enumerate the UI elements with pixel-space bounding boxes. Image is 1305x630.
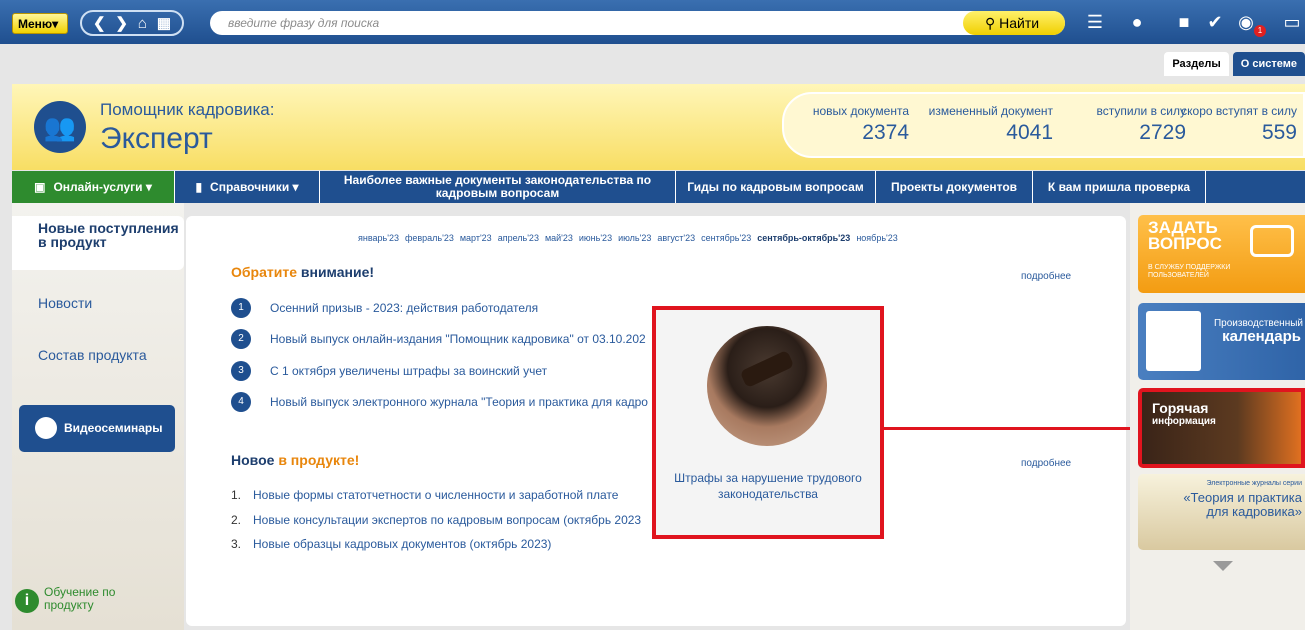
notification-badge: 1: [1254, 25, 1266, 37]
chevron-down-icon: ▾: [52, 17, 59, 31]
list-item[interactable]: 3. Новые образцы кадровых документов (окт…: [231, 537, 551, 551]
webinars-button[interactable]: Видеосеминары: [19, 405, 175, 452]
journals-title: «Теория и практика для кадровика»: [1183, 490, 1302, 519]
highlight-connector: [884, 427, 1136, 430]
list-item[interactable]: 4 Новый выпуск электронного журнала "Тео…: [231, 392, 648, 412]
month-link[interactable]: август'23: [657, 233, 695, 243]
learning-link[interactable]: Обучение по продукту: [44, 586, 144, 612]
folder-icon[interactable]: ■: [1172, 10, 1196, 34]
month-link[interactable]: март'23: [460, 233, 492, 243]
gavel-icon: [739, 349, 795, 389]
find-button[interactable]: ⚲ Найти: [963, 11, 1065, 35]
month-link[interactable]: февраль'23: [405, 233, 454, 243]
grid-icon[interactable]: ▦: [157, 14, 171, 32]
nav-doc-projects[interactable]: Проекты документов: [876, 171, 1033, 203]
more-link[interactable]: подробнее: [1021, 458, 1071, 469]
product-subtitle: Помощник кадровика:: [100, 100, 275, 119]
menu-label: Меню: [18, 17, 53, 31]
popup-caption[interactable]: Штрафы за нарушение трудового законодате…: [656, 470, 880, 502]
main-navbar: ▣ Онлайн-услуги ▾ ▮ Справочники ▾ Наиболее…: [12, 171, 1305, 203]
ask-question-banner[interactable]: ЗАДАТЬ ВОПРОС В СЛУЖБУ ПОДДЕРЖКИ ПОЛЬЗОВ…: [1138, 215, 1305, 293]
list-item[interactable]: 2 Новый выпуск онлайн-издания "Помощник …: [231, 329, 646, 349]
list-item[interactable]: 1. Новые формы статотчетности о численнос…: [231, 488, 618, 502]
back-icon[interactable]: ❮: [93, 14, 106, 32]
stats-panel: новых документа 2374 измененный документ…: [782, 92, 1305, 158]
hot-subtitle: информация: [1152, 416, 1216, 427]
search-icon: ⚲: [985, 15, 996, 31]
nav-hr-guides[interactable]: Гиды по кадровым вопросам: [676, 171, 876, 203]
stat-changed[interactable]: измененный документ 4041: [929, 104, 1053, 145]
list-item[interactable]: 2. Новые консультации экспертов по кадров…: [231, 513, 641, 527]
nav-online-services[interactable]: ▣ Онлайн-услуги ▾: [12, 171, 175, 203]
product-title: Эксперт: [100, 122, 213, 155]
section-tabs: Разделы О системе: [1164, 52, 1305, 76]
journals-series: Электронные журналы серии: [1206, 480, 1302, 487]
nav-group: ❮ ❯ ⌂ ▦: [80, 10, 184, 36]
users-icon: 👥: [34, 101, 86, 153]
check-icon[interactable]: ✔: [1203, 10, 1227, 34]
month-selector: январь'23 февраль'23 март'23 апрель'23 м…: [358, 233, 898, 243]
monitor-icon: ▣: [34, 179, 46, 194]
stat-in-force[interactable]: вступили в силу 2729: [1096, 104, 1186, 145]
product-header: 👥 Помощник кадровика: Эксперт новых доку…: [12, 84, 1305, 170]
chat-bubble-icon: [1250, 225, 1294, 257]
ask-title: ЗАДАТЬ ВОПРОС: [1148, 218, 1222, 253]
nav-inspection[interactable]: К вам пришла проверка: [1033, 171, 1206, 203]
stat-new[interactable]: новых документа 2374: [813, 104, 909, 145]
forward-icon[interactable]: ❯: [115, 14, 128, 32]
month-link[interactable]: июль'23: [618, 233, 651, 243]
attention-heading: Обратите внимание!: [231, 264, 375, 280]
calendar-title-2: календарь: [1222, 328, 1301, 345]
video-chat-icon: [35, 417, 57, 439]
menu-button[interactable]: Меню▾: [12, 13, 68, 34]
calendar-icon: [1146, 311, 1201, 371]
new-in-product-heading: Новое в продукте!: [231, 452, 360, 468]
gavel-image: [707, 326, 827, 446]
ask-subtitle: В СЛУЖБУ ПОДДЕРЖКИ ПОЛЬЗОВАТЕЛЕЙ: [1148, 264, 1231, 279]
home-icon[interactable]: ⌂: [138, 15, 147, 32]
sidebar-item-composition[interactable]: Состав продукта: [38, 347, 147, 363]
user-icon[interactable]: ●: [1125, 10, 1149, 34]
month-link-current[interactable]: сентябрь-октябрь'23: [757, 233, 850, 243]
month-link[interactable]: апрель'23: [498, 233, 539, 243]
scroll-down-icon[interactable]: [1213, 561, 1233, 571]
list-icon[interactable]: ☰: [1083, 10, 1107, 34]
month-link[interactable]: январь'23: [358, 233, 399, 243]
production-calendar-banner[interactable]: Производственный календарь: [1138, 303, 1305, 380]
fines-popup[interactable]: Штрафы за нарушение трудового законодате…: [652, 306, 884, 539]
book-icon: ▮: [195, 179, 203, 194]
info-icon[interactable]: i: [15, 589, 39, 613]
month-link[interactable]: ноябрь'23: [856, 233, 897, 243]
journals-banner[interactable]: Электронные журналы серии «Теория и прак…: [1138, 474, 1305, 550]
more-link[interactable]: подробнее: [1021, 271, 1071, 282]
nav-important-docs[interactable]: Наиболее важные документы законодательст…: [320, 171, 676, 203]
stat-upcoming[interactable]: скоро вступят в силу 559: [1181, 104, 1297, 145]
search-input[interactable]: введите фразу для поиска: [210, 11, 1065, 35]
month-link[interactable]: июнь'23: [579, 233, 612, 243]
hot-title: Горячая: [1152, 400, 1209, 416]
hot-info-banner[interactable]: Горячая информация: [1138, 388, 1305, 468]
sidebar-item-news[interactable]: Новости: [38, 295, 92, 311]
nav-references[interactable]: ▮ Справочники ▾: [175, 171, 320, 203]
list-item[interactable]: 1 Осенний призыв - 2023: действия работо…: [231, 298, 538, 318]
list-item[interactable]: 3 С 1 октября увеличены штрафы за воинск…: [231, 361, 547, 381]
find-label: Найти: [999, 15, 1040, 31]
webinars-label: Видеосеминары: [64, 421, 163, 435]
tab-sections[interactable]: Разделы: [1164, 52, 1229, 76]
chat-icon[interactable]: ▭: [1280, 10, 1304, 34]
sidebar-item-new-arrivals[interactable]: Новые поступления в продукт: [12, 216, 184, 270]
tab-about[interactable]: О системе: [1232, 52, 1305, 76]
month-link[interactable]: сентябрь'23: [701, 233, 751, 243]
month-link[interactable]: май'23: [545, 233, 573, 243]
search-placeholder: введите фразу для поиска: [228, 16, 380, 30]
